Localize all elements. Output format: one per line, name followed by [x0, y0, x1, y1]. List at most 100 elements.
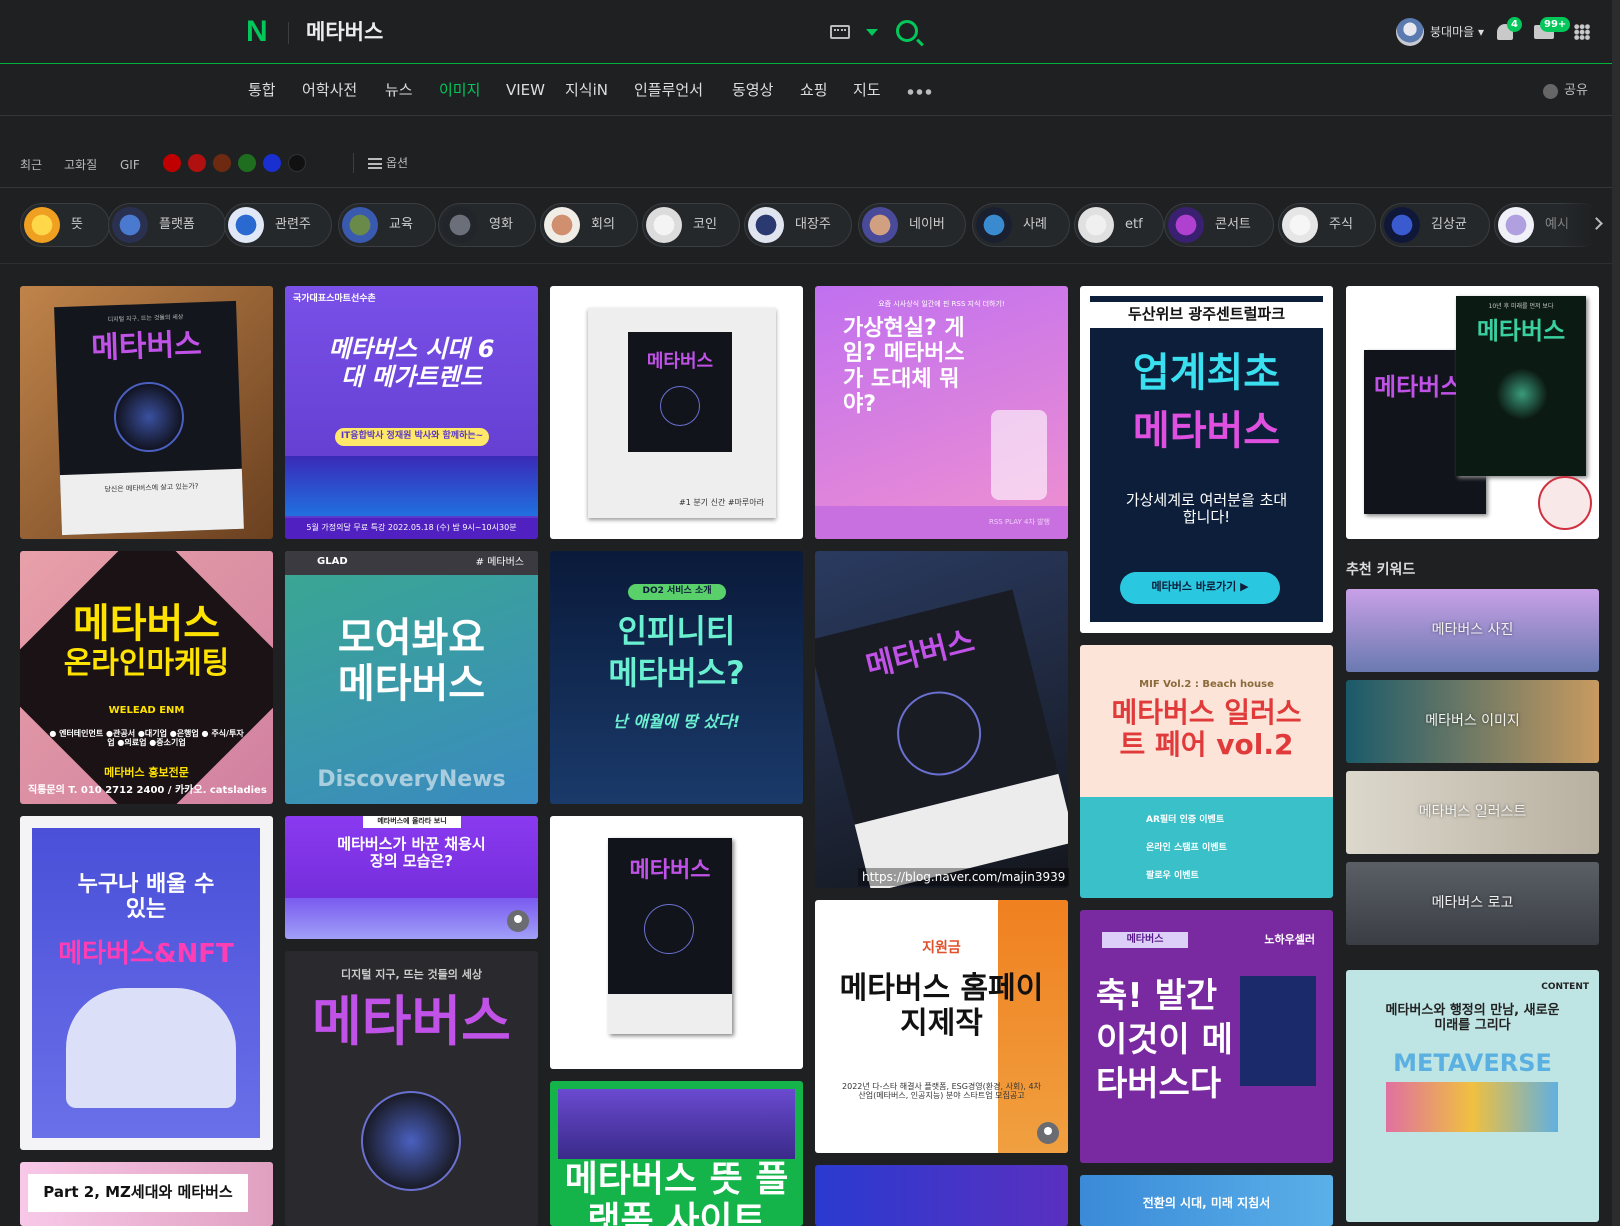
source-url[interactable]: https://blog.naver.com/majin3939: [858, 868, 1070, 886]
image-result[interactable]: 메타버스에 올라타 보니 메타버스가 바꾼 채용시장의 모습은?: [285, 816, 538, 939]
chip-thumb: [1282, 207, 1318, 243]
image-result[interactable]: MIF Vol.2 : Beach house 메타버스 일러스트 페어 vol…: [1080, 645, 1333, 898]
color-filter-black[interactable]: [288, 154, 306, 172]
color-filter-brown[interactable]: [213, 154, 231, 172]
naver-logo[interactable]: N: [246, 17, 268, 47]
recommend-keyword[interactable]: 메타버스 이미지: [1346, 680, 1599, 763]
image-sub: 난 애월에 땅 샀다!: [612, 712, 741, 731]
image-title: 가상현실? 게임? 메타버스가 도대체 뭐야?: [843, 316, 965, 417]
chip-kim-sanggyun[interactable]: 김상균: [1380, 203, 1490, 247]
username[interactable]: 붕대마을: [1430, 25, 1474, 39]
share-button[interactable]: 공유: [1564, 81, 1588, 101]
chip-coin[interactable]: 코인: [642, 203, 740, 247]
recommend-keyword[interactable]: 메타버스 로고: [1346, 862, 1599, 945]
chip-label: 김상균: [1431, 217, 1467, 232]
gift-icon[interactable]: [1538, 476, 1592, 530]
chip-education[interactable]: 교육: [338, 203, 436, 247]
location-pin-icon[interactable]: [507, 910, 529, 932]
cta-button: 메타버스 바로가기 ▶: [1120, 572, 1280, 604]
image-tag: 메타버스에 올라타 보니: [377, 817, 447, 825]
image-result[interactable]: 메타버스 노하우셀러 축! 발간 이것이 메타버스다: [1080, 910, 1333, 1163]
chip-naver[interactable]: 네이버: [858, 203, 966, 247]
image-result[interactable]: CONTENT 메타버스와 행정의 만남, 새로운 미래를 그리다 METAVE…: [1346, 970, 1599, 1222]
chip-related-stocks[interactable]: 관련주: [224, 203, 332, 247]
tab-video[interactable]: 동영상: [732, 79, 773, 101]
image-result[interactable]: 메타버스: [550, 816, 803, 1069]
image-result[interactable]: Part 2, MZ세대와 메타버스: [20, 1162, 273, 1226]
image-result[interactable]: 메타버스 온라인마케팅 WELEAD ENM ● 엔터테인먼트 ●관공서 ●대기…: [20, 551, 273, 804]
image-title: 인피니티: [617, 612, 736, 650]
search-query[interactable]: 메타버스: [306, 18, 383, 46]
image-result[interactable]: 국가대표스마트선수촌 메타버스 시대 6대 메가트렌드 IT융합박사 정재원 박…: [285, 286, 538, 539]
tab-kin[interactable]: 지식iN: [565, 79, 608, 101]
ad-sub: 메타버스 홍보전문: [104, 766, 189, 779]
tab-images[interactable]: 이미지: [439, 79, 480, 101]
image-result[interactable]: 두산위브 광주센트럴파크 업계최초 메타버스 가상세계로 여러분을 초대합니다!…: [1080, 286, 1333, 633]
chip-movie[interactable]: 영화: [438, 203, 536, 247]
color-filter-crimson[interactable]: [188, 154, 206, 172]
filter-hd[interactable]: 고화질: [64, 157, 97, 173]
tab-integrated[interactable]: 통합: [248, 79, 276, 101]
chip-meaning[interactable]: 뜻: [20, 203, 110, 247]
image-result[interactable]: 메타버스: [815, 551, 1068, 888]
options-button[interactable]: 옵션: [386, 155, 408, 171]
book-band: 당신은 메타버스에 살고 있는가?: [59, 468, 244, 536]
color-filter-green[interactable]: [238, 154, 256, 172]
orb-graphic: [644, 904, 694, 954]
filter-gif[interactable]: GIF: [120, 157, 140, 173]
filter-recent[interactable]: 최근: [20, 157, 42, 173]
book-title: 메타버스&NFT: [58, 939, 234, 969]
avatar[interactable]: [1396, 18, 1424, 46]
apps-grid-icon[interactable]: [1574, 24, 1590, 40]
related-keyword-chips: 뜻 플랫폼 관련주 교육 영화 회의 코인 대장주 네이버 사례 etf 콘서트…: [0, 189, 1620, 264]
color-filter-blue[interactable]: [263, 154, 281, 172]
book-title: 메타버스: [862, 623, 979, 685]
tab-dictionary[interactable]: 어학사전: [302, 79, 357, 101]
image-result[interactable]: 메타버스 #1 분기 신간 #마루아라: [550, 286, 803, 539]
recommend-keyword[interactable]: 메타버스 일러스트: [1346, 771, 1599, 854]
color-filter-red[interactable]: [163, 154, 181, 172]
search-icon[interactable]: [896, 20, 918, 42]
ad-title: 업계최초: [1132, 350, 1281, 396]
image-result[interactable]: GLAD # 메타버스 모여봐요 메타버스 DiscoveryNews: [285, 551, 538, 804]
recommend-label: 메타버스 사진: [1431, 622, 1514, 638]
tab-influencer[interactable]: 인플루언서: [634, 79, 703, 101]
image-result[interactable]: 지원금 메타버스 홈페이지제작 2022년 다-스타 해결사 플랫폼, ESG경…: [815, 900, 1068, 1153]
tab-shopping[interactable]: 쇼핑: [800, 79, 828, 101]
chip-concert[interactable]: 콘서트: [1164, 203, 1274, 247]
username-menu[interactable]: 붕대마을 ▾: [1430, 24, 1484, 40]
tab-view[interactable]: VIEW: [506, 79, 545, 101]
chip-etf[interactable]: etf: [1074, 203, 1164, 247]
location-pin-icon[interactable]: [1037, 1122, 1059, 1144]
recommend-keyword[interactable]: 메타버스 사진: [1346, 589, 1599, 672]
image-title: 메타버스?: [608, 654, 745, 692]
image-result[interactable]: DO2 서비스 소개 인피니티 메타버스? 난 애월에 땅 샀다!: [550, 551, 803, 804]
image-result[interactable]: 디지털 지구, 뜨는 것들의 세상 메타버스: [285, 951, 538, 1226]
chip-case[interactable]: 사례: [972, 203, 1070, 247]
chip-leading-stocks[interactable]: 대장주: [744, 203, 852, 247]
chip-platform[interactable]: 플랫폼: [108, 203, 226, 247]
chip-label: 코인: [693, 217, 717, 232]
chip-stock[interactable]: 주식: [1278, 203, 1376, 247]
tag-box: 메타버스에 올라타 보니: [363, 816, 461, 828]
tab-news[interactable]: 뉴스: [385, 79, 413, 101]
share-icon[interactable]: [1543, 84, 1558, 99]
caret-down-icon[interactable]: [866, 29, 878, 36]
orb-graphic: [888, 682, 991, 785]
more-icon[interactable]: [906, 89, 932, 95]
chip-thumb: [1078, 207, 1114, 243]
options-icon[interactable]: [368, 158, 382, 169]
image-result[interactable]: 누구나 배울 수 있는 메타버스&NFT: [20, 816, 273, 1150]
chip-meeting[interactable]: 회의: [540, 203, 638, 247]
tab-map[interactable]: 지도: [853, 79, 881, 101]
chip-thumb: [1384, 207, 1420, 243]
image-result[interactable]: 요즘 시사상식 일간에 핀 RSS 지식 더하기! 가상현실? 게임? 메타버스…: [815, 286, 1068, 539]
scrollbar[interactable]: [1612, 0, 1620, 1226]
chip-thumb: [1498, 207, 1534, 243]
keyboard-icon[interactable]: [830, 25, 850, 39]
image-result[interactable]: 디지털 지구, 뜨는 것들의 세상 메타버스 당신은 메타버스에 살고 있는가?: [20, 286, 273, 539]
image-result[interactable]: 메타버스 뜻 플랫폼 사이트: [550, 1081, 803, 1226]
image-result[interactable]: 전환의 시대, 미래 지침서: [1080, 1175, 1333, 1226]
image-result[interactable]: 메타버스 10년 후 미래를 먼저 보다 메타버스: [1346, 286, 1599, 539]
image-result[interactable]: [815, 1165, 1068, 1226]
